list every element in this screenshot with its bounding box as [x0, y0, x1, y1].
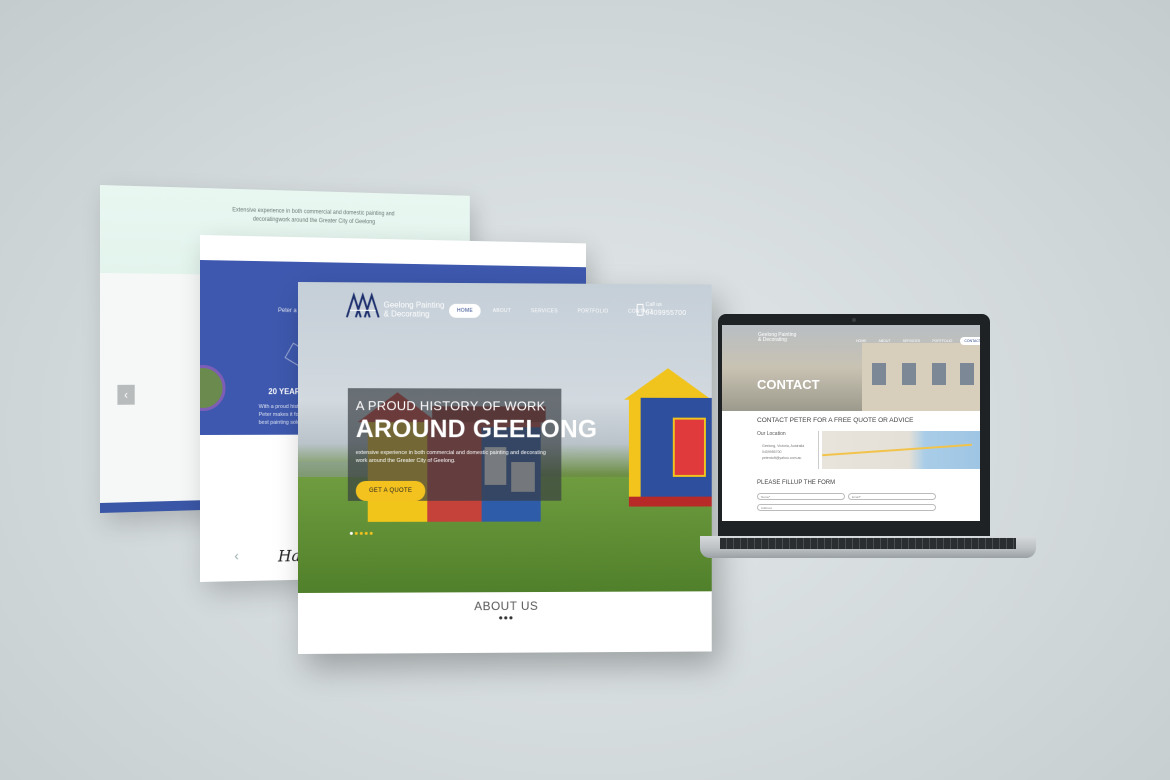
- contact-hero: Geelong Painting & Decorating HOME ABOUT …: [722, 325, 980, 411]
- contact-subtitle: CONTACT PETER FOR A FREE QUOTE OR ADVICE: [757, 417, 914, 424]
- laptop-screen-contact-page: Geelong Painting & Decorating HOME ABOUT …: [722, 325, 980, 521]
- main-menu: HOME ABOUT SERVICES PORTFOLIO CONTACT: [449, 303, 661, 319]
- slide-dot[interactable]: [364, 531, 368, 535]
- slide-dot[interactable]: [369, 531, 373, 535]
- about-text: Peter a: [278, 307, 297, 315]
- laptop-keyboard: [720, 538, 1016, 549]
- address-block: Geelong, Victoria, Australia 0409955700 …: [762, 443, 822, 461]
- map-road: [822, 443, 972, 457]
- laptop-menu: HOME ABOUT SERVICES PORTFOLIO CONTACT: [852, 337, 980, 345]
- get-a-quote-button[interactable]: GET A QUOTE: [355, 480, 426, 501]
- webcam-icon: [852, 318, 856, 322]
- company-name[interactable]: Geelong Painting & Decorating: [384, 300, 445, 318]
- email-line[interactable]: peterdoft@yahoo.com.au: [762, 455, 822, 461]
- slider-prev-button[interactable]: ‹: [117, 384, 135, 405]
- menu-portfolio[interactable]: PORTFOLIO: [570, 304, 617, 318]
- contact-title: CONTACT: [757, 377, 820, 392]
- divider: [818, 431, 819, 469]
- laptop-menu-services[interactable]: SERVICES: [899, 337, 925, 345]
- form-title: PLEASE FILLUP THE FORM: [757, 480, 836, 486]
- laptop-menu-portfolio[interactable]: PORTFOLIO: [928, 337, 956, 345]
- address-field[interactable]: Address: [757, 504, 936, 511]
- laptop-menu-contact[interactable]: CONTACT: [960, 337, 980, 345]
- hero-description: extensive experience in both commercial …: [355, 450, 546, 465]
- about-divider-dots: •••: [498, 610, 514, 625]
- email-field[interactable]: Email*: [848, 493, 936, 500]
- call-label: Call us: [645, 301, 662, 308]
- site-navbar: Geelong Painting & Decorating HOME ABOUT …: [298, 282, 712, 328]
- menu-services[interactable]: SERVICES: [523, 304, 566, 318]
- hero-subheading: A PROUD HISTORY OF WORK: [355, 398, 546, 414]
- company-logo-icon[interactable]: [346, 292, 380, 318]
- slide-dot[interactable]: [354, 531, 358, 535]
- hero-section: Geelong Painting & Decorating HOME ABOUT …: [298, 282, 712, 593]
- phone-number: 0409955700: [645, 309, 687, 317]
- menu-home[interactable]: HOME: [449, 303, 481, 318]
- hero-heading: AROUND GEELONG: [355, 415, 598, 444]
- phone-icon: [636, 303, 644, 316]
- location-map[interactable]: [822, 431, 980, 469]
- laptop-menu-home[interactable]: HOME: [852, 337, 871, 345]
- home-page-mockup: Geelong Painting & Decorating HOME ABOUT …: [298, 282, 712, 654]
- laptop-menu-about[interactable]: ABOUT: [875, 337, 895, 345]
- beach-hut-right-image: [624, 368, 712, 507]
- slider-prev-arrow-icon[interactable]: ‹: [234, 547, 239, 563]
- name-field[interactable]: Name*: [757, 493, 845, 500]
- menu-about[interactable]: ABOUT: [485, 304, 519, 318]
- laptop-logo[interactable]: Geelong Painting & Decorating: [758, 333, 796, 343]
- slider-pagination: [349, 531, 373, 535]
- location-label: Our Location: [757, 431, 786, 437]
- slide-dot[interactable]: [349, 531, 353, 535]
- building-image: [862, 343, 980, 411]
- slide-dot[interactable]: [359, 531, 363, 535]
